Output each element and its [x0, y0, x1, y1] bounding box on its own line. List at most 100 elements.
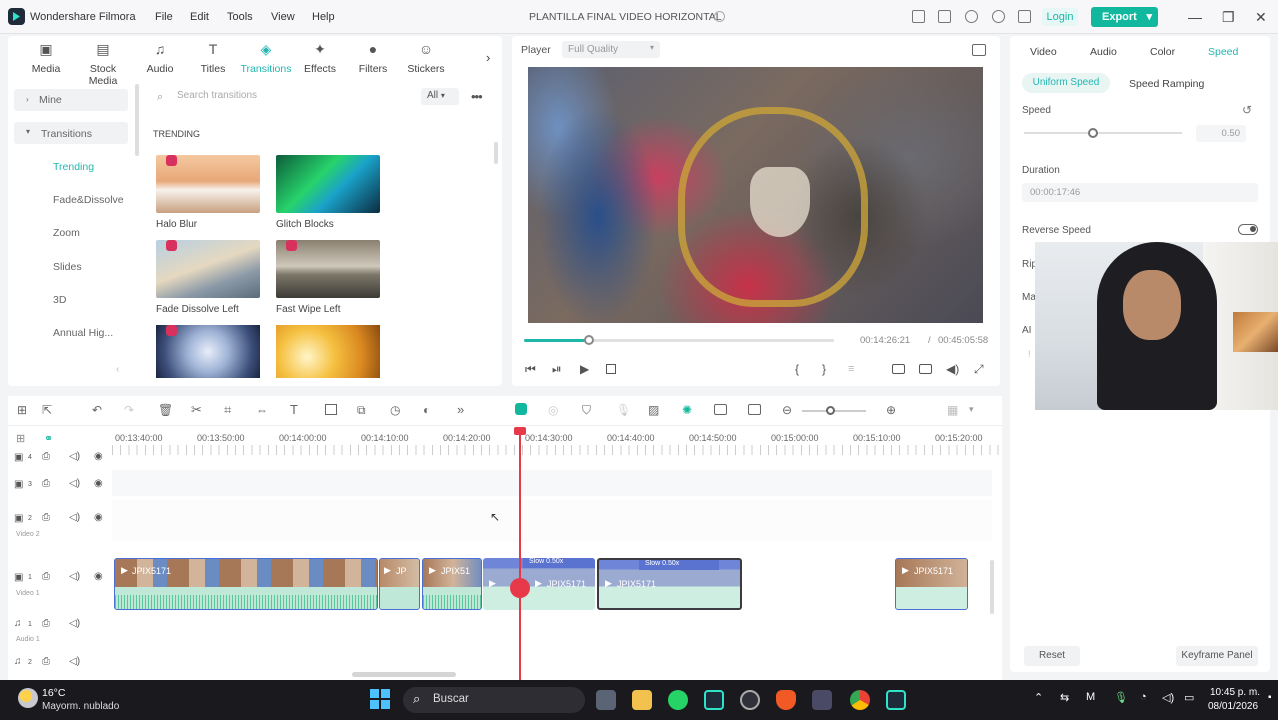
windows-start-icon[interactable] — [370, 689, 390, 709]
add-track-icon[interactable]: ⊞ — [16, 432, 25, 445]
eye-icon[interactable]: ◉ — [94, 478, 103, 489]
timeline-hscroll[interactable] — [352, 672, 456, 677]
redo-icon[interactable]: ↷ — [124, 403, 134, 417]
timeline-clip-slow[interactable]: Slow 0.50x ▶ ▶ JPIX5171 — [483, 558, 595, 610]
mute-icon[interactable]: ◁) — [69, 571, 80, 582]
voiceover-icon[interactable]: ▨ — [648, 403, 659, 417]
cloud-icon[interactable] — [965, 10, 978, 23]
tab-audio[interactable]: Audio — [1090, 46, 1117, 58]
tool-stock-media[interactable]: ▤ Stock Media — [77, 42, 129, 88]
tray-icon[interactable]: ⇆ — [1060, 691, 1069, 704]
ai-tool-icon[interactable]: ✺ — [682, 403, 692, 417]
category-item-slides[interactable]: Slides — [53, 261, 82, 273]
lock-icon[interactable]: ⎙ — [42, 656, 50, 667]
task-view-icon[interactable] — [596, 690, 616, 710]
export-button[interactable]: Export ▾ — [1091, 7, 1158, 27]
battery-icon[interactable]: ▭ — [1184, 691, 1194, 704]
filter-dropdown[interactable]: All ▾ — [421, 88, 459, 105]
category-item-3d[interactable]: 3D — [53, 294, 66, 306]
menu-view[interactable]: View — [271, 11, 295, 23]
camera-icon[interactable] — [919, 364, 932, 374]
settings-icon[interactable] — [1018, 10, 1031, 23]
mark-in-icon[interactable]: { — [795, 362, 799, 376]
tool-audio[interactable]: ♫ Audio — [134, 42, 186, 76]
tab-video[interactable]: Video — [1030, 46, 1057, 58]
speed-value-input[interactable]: 0.50 — [1196, 125, 1246, 142]
delete-icon[interactable]: 🗑 — [158, 403, 173, 417]
tool-effects[interactable]: ✦ Effects — [294, 42, 346, 76]
notification-icon[interactable]: ▪ — [1268, 692, 1272, 703]
microphone-icon[interactable]: 🎙 — [1114, 691, 1128, 704]
scissors-icon[interactable]: ✂ — [191, 402, 202, 418]
obs-icon[interactable] — [740, 690, 760, 710]
reset-speed-icon[interactable]: ↺ — [1242, 103, 1252, 117]
chevron-up-icon[interactable]: ⌃ — [1034, 691, 1043, 704]
category-mine[interactable] — [14, 89, 128, 111]
tool-filters[interactable]: ● Filters — [347, 42, 399, 76]
color-palette-icon[interactable]: ◐ — [423, 403, 430, 417]
more-tools-icon[interactable]: » — [457, 402, 464, 417]
speed-slider-track[interactable] — [1024, 132, 1182, 134]
tab-speed[interactable]: Speed — [1208, 46, 1238, 58]
microphone-icon[interactable]: 🎙 — [616, 403, 631, 417]
volume-icon[interactable]: ◁) — [1162, 691, 1174, 704]
chrome-icon[interactable] — [850, 690, 870, 710]
weather-icon[interactable] — [18, 688, 38, 708]
volume-icon[interactable]: ◀) — [946, 362, 959, 376]
lock-icon[interactable]: ⎙ — [42, 618, 50, 629]
tool-transitions[interactable]: ◈ Transitions — [240, 42, 292, 76]
timeline-clip-selected[interactable]: Slow 0.50x ▶ JPIX5171 — [597, 558, 742, 610]
timeline-vscroll[interactable] — [990, 560, 994, 614]
category-scrollbar[interactable] — [135, 84, 139, 156]
save-icon[interactable] — [938, 10, 951, 23]
tool-titles[interactable]: T Titles — [187, 42, 239, 76]
category-item-annual[interactable]: Annual Hig... — [53, 327, 113, 339]
eye-icon[interactable]: ◉ — [94, 451, 103, 462]
minimize-icon[interactable]: — — [1188, 9, 1202, 25]
clock-date[interactable]: 08/01/2026 — [1208, 701, 1258, 712]
playhead[interactable] — [519, 428, 521, 680]
playhead-handle[interactable] — [514, 427, 526, 435]
quality-dropdown[interactable]: Full Quality ▾ — [562, 41, 660, 58]
tray-icon[interactable]: M — [1086, 691, 1095, 703]
prev-frame-icon[interactable]: ⏮ — [525, 362, 536, 377]
list-icon[interactable]: ≡ — [848, 363, 854, 375]
more-icon[interactable]: ••• — [471, 89, 483, 104]
category-item-trending[interactable]: Trending — [53, 161, 94, 173]
select-tool-icon[interactable]: ⇱ — [42, 403, 52, 417]
maximize-icon[interactable]: ❐ — [1222, 9, 1235, 26]
auto-highlight-icon[interactable]: ◎ — [548, 403, 558, 417]
eye-icon[interactable]: ◉ — [94, 571, 103, 582]
zoom-slider-handle[interactable] — [826, 406, 835, 415]
menu-tools[interactable]: Tools — [227, 11, 253, 23]
zoom-out-icon[interactable]: ⊖ — [782, 403, 792, 417]
info-icon[interactable] — [714, 11, 725, 22]
layout-icon[interactable]: ⊞ — [17, 403, 27, 417]
tool-stickers[interactable]: ☺ Stickers — [400, 42, 452, 76]
file-explorer-icon[interactable] — [632, 690, 652, 710]
category-item-zoom[interactable]: Zoom — [53, 227, 80, 239]
play-reverse-icon[interactable]: ⏯ — [552, 362, 562, 377]
zoom-in-icon[interactable]: ⊕ — [886, 403, 896, 417]
lock-icon[interactable]: ⎙ — [42, 571, 50, 582]
monitor-icon[interactable] — [912, 10, 925, 23]
split-icon[interactable]: ⇔ — [256, 403, 268, 417]
lock-icon[interactable]: ⎙ — [42, 451, 50, 462]
play-icon[interactable]: ▶ — [580, 362, 589, 376]
transform-icon[interactable]: ⧉ — [357, 403, 366, 418]
chevron-down-icon[interactable]: ▾ — [969, 404, 974, 415]
transition-thumb[interactable] — [276, 325, 380, 378]
mute-icon[interactable]: ◁) — [69, 451, 80, 462]
lock-icon[interactable]: ⎙ — [42, 512, 50, 523]
stop-icon[interactable] — [606, 364, 616, 374]
replace-icon[interactable] — [748, 404, 761, 415]
undo-icon[interactable]: ↶ — [92, 403, 102, 417]
text-icon[interactable]: T — [290, 402, 298, 417]
filmora-task-icon[interactable] — [704, 690, 724, 710]
taskbar-search[interactable]: ⌕ Buscar — [403, 687, 585, 713]
wifi-icon[interactable]: ◔ — [1140, 691, 1147, 703]
speed-ramping-tab[interactable]: Speed Ramping — [1129, 78, 1204, 90]
menu-help[interactable]: Help — [312, 11, 335, 23]
search-input[interactable]: Search transitions — [177, 90, 447, 104]
clock-time[interactable]: 10:45 p. m. — [1210, 687, 1260, 698]
